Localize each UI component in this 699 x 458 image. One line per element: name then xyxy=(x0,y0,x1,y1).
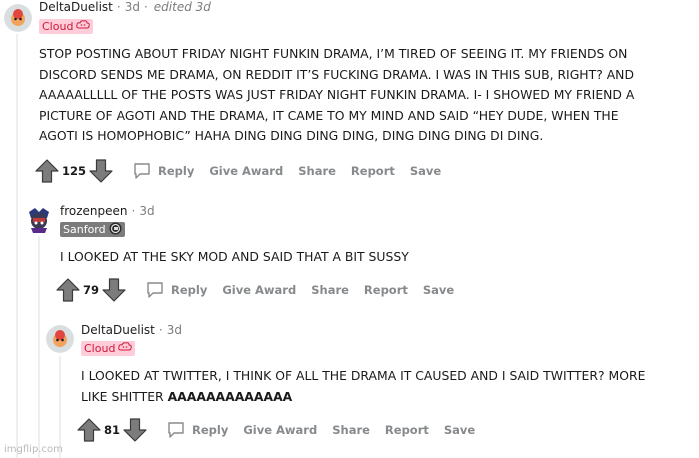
give-award-button[interactable]: Give Award xyxy=(243,423,317,437)
separator: · xyxy=(158,323,163,337)
comment-body-line: DISCORD SENDS ME DRAMA, ON REDDIT IT’S F… xyxy=(39,66,634,82)
comment-frozenpeen: frozenpeen · 3d Sanford I LOOKED AT THE … xyxy=(0,200,699,310)
share-button[interactable]: Share xyxy=(311,283,349,297)
comment-body: I LOOKED AT TWITTER, I THINK OF ALL THE … xyxy=(81,366,645,407)
downvote-arrow-icon xyxy=(89,159,113,183)
upvote-arrow-icon xyxy=(35,159,59,183)
reply-button[interactable]: Reply xyxy=(166,420,228,440)
imgflip-watermark: imgflip.com xyxy=(4,444,63,455)
upvote-button[interactable] xyxy=(34,158,60,184)
comment-deltaduelist-2: DeltaDuelist · 3d Cloud I LOOKED AT TWIT… xyxy=(0,320,699,450)
flair-text: Sanford xyxy=(63,223,106,236)
comment-actions: 79 Reply Give Award Share Report Save xyxy=(55,277,469,303)
upvote-arrow-icon xyxy=(56,278,80,302)
vote-score: 125 xyxy=(62,164,87,178)
comment-body-line: STOP POSTING ABOUT FRIDAY NIGHT FUNKIN D… xyxy=(39,46,628,61)
save-button[interactable]: Save xyxy=(444,423,475,437)
comment-bubble-icon xyxy=(147,282,163,298)
timestamp[interactable]: 3d xyxy=(125,0,140,14)
flair-text: Cloud xyxy=(84,342,116,355)
comment-bubble-icon xyxy=(168,422,184,438)
timestamp[interactable]: 3d xyxy=(139,204,154,218)
comment-body-line: I LOOKED AT TWITTER, I THINK OF ALL THE … xyxy=(81,368,646,383)
downvote-arrow-icon xyxy=(123,418,147,442)
comment-header: DeltaDuelist · 3d · edited 3d xyxy=(39,0,211,14)
avatar[interactable] xyxy=(4,4,32,32)
comment-body: I LOOKED AT THE SKY MOD AND SAID THAT A … xyxy=(60,247,409,268)
report-button[interactable]: Report xyxy=(351,164,395,178)
author-name[interactable]: frozenpeen xyxy=(60,204,128,218)
comment-header: DeltaDuelist · 3d xyxy=(81,323,182,337)
reply-label: Reply xyxy=(171,283,208,297)
timestamp[interactable]: 3d xyxy=(167,323,182,337)
separator: · xyxy=(143,0,148,14)
sanford-emoji-icon xyxy=(109,222,122,238)
comment-actions: 81 Reply Give Award Share Report Save xyxy=(76,417,490,443)
upvote-button[interactable] xyxy=(55,277,81,303)
comment-body: STOP POSTING ABOUT FRIDAY NIGHT FUNKIN D… xyxy=(39,44,634,147)
share-button[interactable]: Share xyxy=(332,423,370,437)
edited-label: edited 3d xyxy=(153,0,211,14)
comment-deltaduelist-1: DeltaDuelist · 3d · edited 3d Cloud STOP… xyxy=(0,0,699,185)
user-flair: Sanford xyxy=(60,222,125,237)
comment-body-bold-text: AAAAAAAAAAAAA xyxy=(167,388,293,404)
downvote-button[interactable] xyxy=(88,158,114,184)
save-button[interactable]: Save xyxy=(410,164,441,178)
upvote-button[interactable] xyxy=(76,417,102,443)
vote-score: 81 xyxy=(104,423,121,437)
cloud-emoji-icon xyxy=(76,19,91,34)
reply-label: Reply xyxy=(158,164,195,178)
comment-header: frozenpeen · 3d xyxy=(60,204,155,218)
comment-body-line: PICTURE OF AGOTI AND THE DRAMA, IT CAME … xyxy=(39,107,619,123)
author-name[interactable]: DeltaDuelist xyxy=(39,0,113,14)
comment-body-line: LIKE SHITTER AAAAAAAAAAAAA xyxy=(81,387,645,408)
vote-score: 79 xyxy=(83,283,100,297)
comment-body-text: LIKE SHITTER xyxy=(81,388,168,404)
flair-text: Cloud xyxy=(42,20,74,33)
comment-body-line: I LOOKED AT THE SKY MOD AND SAID THAT A … xyxy=(60,249,409,264)
avatar[interactable] xyxy=(25,206,53,234)
upvote-arrow-icon xyxy=(77,418,101,442)
separator: · xyxy=(116,0,121,14)
reply-label: Reply xyxy=(192,423,229,437)
report-button[interactable]: Report xyxy=(385,423,429,437)
downvote-button[interactable] xyxy=(122,417,148,443)
comment-body-line: AAAAALLLLL OF THE POSTS WAS JUST FRIDAY … xyxy=(39,87,635,103)
separator: · xyxy=(131,204,136,218)
comment-actions: 125 Reply Give Award Share Report Save xyxy=(34,158,456,184)
cloud-emoji-icon xyxy=(118,341,133,356)
user-flair: Cloud xyxy=(81,341,136,356)
give-award-button[interactable]: Give Award xyxy=(209,164,283,178)
reply-button[interactable]: Reply xyxy=(145,280,207,300)
downvote-button[interactable] xyxy=(101,277,127,303)
user-flair: Cloud xyxy=(39,19,94,34)
author-name[interactable]: DeltaDuelist xyxy=(81,323,155,337)
downvote-arrow-icon xyxy=(102,278,126,302)
avatar[interactable] xyxy=(46,325,74,353)
comment-body-line: AGOTI IS HOMOPHOBIC” HAHA DING DING DING… xyxy=(39,128,544,144)
comment-bubble-icon xyxy=(134,163,150,179)
share-button[interactable]: Share xyxy=(298,164,336,178)
give-award-button[interactable]: Give Award xyxy=(222,283,296,297)
save-button[interactable]: Save xyxy=(423,283,454,297)
report-button[interactable]: Report xyxy=(364,283,408,297)
reply-button[interactable]: Reply xyxy=(132,161,194,181)
